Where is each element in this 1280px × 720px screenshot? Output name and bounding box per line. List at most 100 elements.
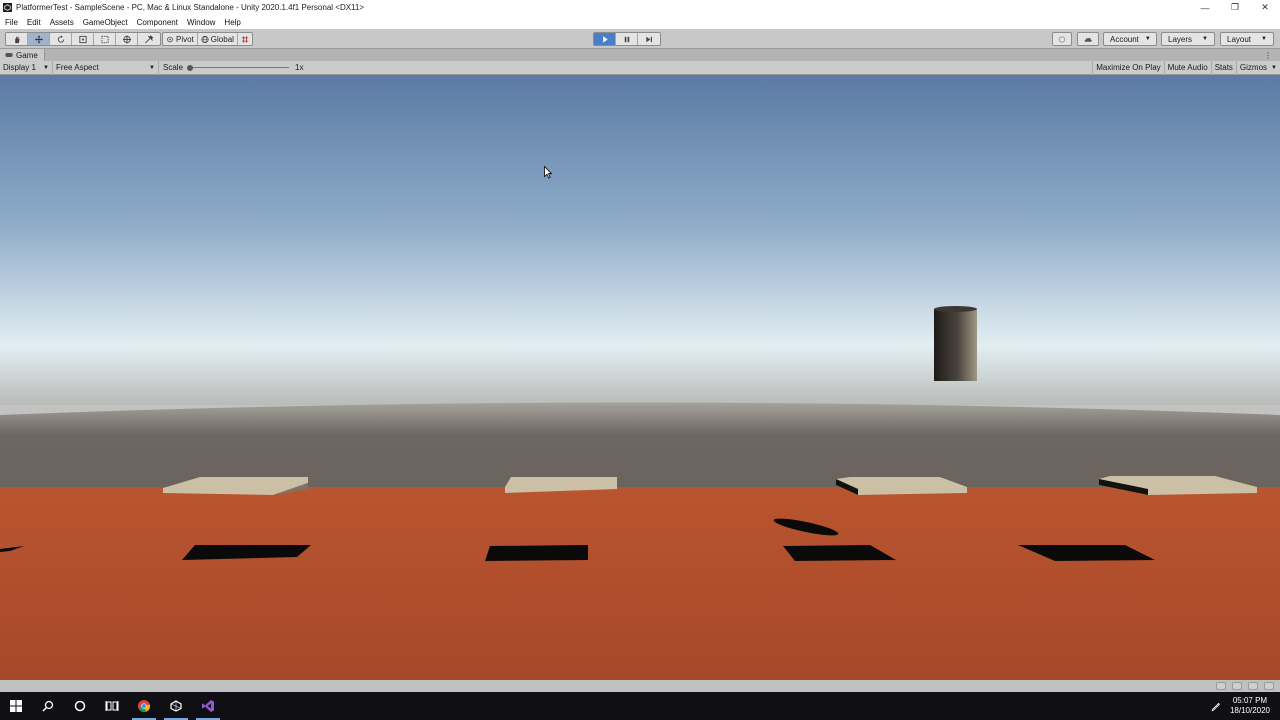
global-toggle[interactable]: Global: [198, 33, 238, 45]
tab-game[interactable]: Game: [0, 49, 45, 61]
custom-tool-button[interactable]: [138, 33, 160, 45]
window-title: PlatformerTest - SampleScene - PC, Mac &…: [16, 3, 365, 12]
title-bar: PlatformerTest - SampleScene - PC, Mac &…: [0, 0, 1280, 15]
chevron-down-icon: ▼: [1202, 36, 1208, 42]
scale-control: Scale 1x: [159, 61, 303, 75]
task-view-icon: [105, 701, 119, 711]
menu-gameobject[interactable]: GameObject: [83, 18, 128, 27]
account-label: Account: [1110, 34, 1139, 44]
grid-snap-icon: [241, 35, 249, 43]
rect-icon: [100, 35, 109, 43]
clock-time: 05:07 PM: [1232, 696, 1268, 705]
playback-controls: [593, 32, 661, 46]
cache-icon[interactable]: [1248, 682, 1258, 690]
layers-label: Layers: [1168, 34, 1193, 44]
floor: [0, 487, 1280, 680]
menu-file[interactable]: File: [5, 18, 18, 27]
layout-label: Layout: [1227, 34, 1252, 44]
transform-tools: [5, 32, 161, 46]
minimize-button[interactable]: —: [1190, 0, 1220, 15]
cortana-icon: [74, 700, 86, 712]
play-icon: [602, 35, 608, 43]
grid-snap-button[interactable]: [238, 33, 252, 45]
console-icon[interactable]: [1216, 682, 1226, 690]
cloud-button[interactable]: [1078, 33, 1098, 45]
account-dropdown[interactable]: Account ▼: [1103, 32, 1157, 46]
scale-slider[interactable]: [187, 64, 290, 71]
unity-logo-icon: [3, 3, 12, 12]
scale-slider-track: [189, 66, 290, 68]
gizmos-dropdown[interactable]: Gizmos ▼: [1235, 60, 1280, 75]
search-button[interactable]: [32, 692, 64, 720]
chrome-taskbar-button[interactable]: [128, 692, 160, 720]
mute-audio-toggle[interactable]: Mute Audio: [1163, 60, 1211, 75]
play-button[interactable]: [594, 33, 616, 45]
player-capsule: [934, 306, 977, 381]
close-button[interactable]: ✕: [1250, 0, 1280, 15]
pause-button[interactable]: [616, 33, 638, 45]
aspect-label: Free Aspect: [56, 63, 99, 72]
cloud-icon: [1084, 37, 1092, 42]
layout-dropdown[interactable]: Layout ▼: [1220, 32, 1274, 46]
rotate-tool-button[interactable]: [50, 33, 72, 45]
pivot-toggle[interactable]: Pivot: [163, 33, 198, 45]
progress-icon[interactable]: [1232, 682, 1242, 690]
clock[interactable]: 05:07 PM 18/10/2020: [1230, 696, 1270, 716]
chevron-down-icon: ▼: [1261, 36, 1267, 42]
collab-button[interactable]: [1053, 33, 1071, 45]
search-icon: [42, 700, 54, 712]
game-scene: [0, 75, 1280, 680]
chevron-down-icon: ▼: [1144, 36, 1151, 42]
unity-taskbar-button[interactable]: [160, 692, 192, 720]
scale-icon: [78, 35, 87, 43]
scale-tool-button[interactable]: [72, 33, 94, 45]
start-button[interactable]: [0, 692, 32, 720]
menu-help[interactable]: Help: [224, 18, 240, 27]
sky: [0, 75, 1280, 405]
step-icon: [646, 36, 652, 42]
menu-component[interactable]: Component: [137, 18, 178, 27]
chrome-icon: [138, 700, 151, 713]
platform-shadow: [485, 545, 588, 561]
pen-icon[interactable]: [1210, 700, 1222, 712]
rect-tool-button[interactable]: [94, 33, 116, 45]
collab-button-wrap: [1052, 32, 1072, 46]
windows-taskbar: 05:07 PM 18/10/2020: [0, 692, 1280, 720]
restore-button[interactable]: ❐: [1220, 0, 1250, 15]
menu-window[interactable]: Window: [187, 18, 215, 27]
global-label: Global: [210, 34, 234, 44]
collab-icon: [1058, 35, 1066, 43]
step-button[interactable]: [638, 33, 660, 45]
stats-toggle[interactable]: Stats: [1210, 60, 1236, 75]
game-view-controls: Display 1 ▼ Free Aspect ▼ Scale 1x Maxim…: [0, 60, 1280, 75]
pivot-icon: [167, 36, 173, 42]
main-toolbar: Pivot Global Account ▼ Layers ▼ Layout ▼: [0, 29, 1280, 49]
tools-icon: [145, 34, 154, 43]
display-dropdown[interactable]: Display 1 ▼: [0, 60, 53, 75]
gamepad-icon: [5, 53, 13, 57]
game-viewport[interactable]: [0, 75, 1280, 680]
status-bar: [0, 680, 1280, 692]
menu-edit[interactable]: Edit: [27, 18, 41, 27]
system-tray: 05:07 PM 18/10/2020: [1210, 692, 1280, 720]
layers-dropdown[interactable]: Layers ▼: [1161, 32, 1215, 46]
aspect-dropdown[interactable]: Free Aspect ▼: [53, 60, 159, 75]
cortana-button[interactable]: [64, 692, 96, 720]
visual-studio-taskbar-button[interactable]: [192, 692, 224, 720]
task-view-button[interactable]: [96, 692, 128, 720]
debug-icon[interactable]: [1264, 682, 1274, 690]
menu-assets[interactable]: Assets: [50, 18, 74, 27]
scale-slider-handle[interactable]: [187, 64, 194, 71]
maximize-on-play-toggle[interactable]: Maximize On Play: [1092, 60, 1163, 75]
display-label: Display 1: [3, 63, 36, 72]
pause-icon: [624, 36, 629, 42]
windows-logo-icon: [10, 700, 22, 712]
mouse-cursor-icon: [544, 166, 552, 179]
transform-tool-button[interactable]: [116, 33, 138, 45]
tab-menu-icon[interactable]: ⋮: [1264, 51, 1272, 60]
move-tool-button[interactable]: [28, 33, 50, 45]
visual-studio-icon: [202, 700, 214, 712]
chevron-down-icon: ▼: [43, 64, 49, 71]
hand-tool-button[interactable]: [6, 33, 28, 45]
rotate-icon: [57, 34, 64, 43]
